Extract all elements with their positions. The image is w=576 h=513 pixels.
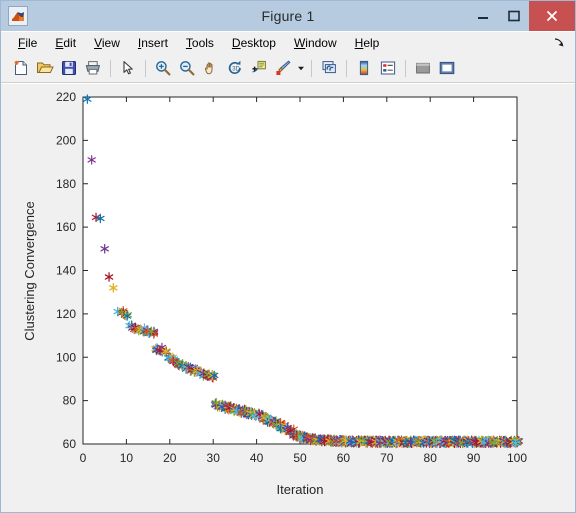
title-bar: Figure 1 [1, 1, 575, 31]
close-button[interactable] [529, 1, 575, 31]
x-tick-label: 0 [80, 451, 87, 465]
y-tick-label: 160 [56, 220, 76, 234]
y-tick-label: 200 [56, 133, 76, 147]
link-plot-icon[interactable] [317, 56, 341, 80]
x-tick-label: 40 [250, 451, 264, 465]
figure-canvas: 60 80 100 120 140 160 180 200 220 0 10 20 30 40 50 60 7… [1, 83, 575, 512]
legend-icon[interactable] [376, 56, 400, 80]
y-tick-label: 220 [56, 90, 76, 104]
menu-item-window[interactable]: Window [285, 34, 346, 52]
menu-label-desktop-rest: esktop [240, 36, 276, 50]
x-tick-label: 60 [337, 451, 351, 465]
y-tick-label: 100 [56, 350, 76, 364]
toolbar-separator [311, 59, 312, 77]
menu-label-tools-rest: ools [191, 36, 214, 50]
axes-box [82, 96, 518, 445]
y-axis-label: Clustering Convergence [22, 201, 37, 340]
menu-item-edit[interactable]: Edit [46, 34, 85, 52]
menu-bar: File Edit View Insert Tools Desktop Wind… [1, 31, 575, 54]
x-axis-label: Iteration [277, 482, 324, 497]
toolbar-separator [346, 59, 347, 77]
hide-plot-tools-icon[interactable] [411, 56, 435, 80]
x-tick-label: 90 [467, 451, 481, 465]
menu-item-file[interactable]: File [9, 34, 46, 52]
x-tick-label: 20 [163, 451, 177, 465]
toolbar: 3D [1, 54, 575, 83]
y-tick-label: 80 [63, 394, 77, 408]
minimize-button[interactable] [467, 1, 498, 31]
pointer-select-icon[interactable] [116, 56, 140, 80]
figure-window: Figure 1 File Edit View Insert Tools Des… [0, 0, 576, 513]
window-buttons [467, 1, 575, 31]
menu-label-help-rest: elp [363, 36, 380, 50]
x-tick-label: 100 [507, 451, 527, 465]
data-cursor-icon[interactable] [247, 56, 271, 80]
new-figure-icon[interactable] [9, 56, 33, 80]
y-tick-label: 180 [56, 177, 76, 191]
menu-label-file-rest: ile [25, 36, 38, 50]
menu-label-insert-rest: nsert [141, 36, 168, 50]
menu-label-view-rest: iew [101, 36, 120, 50]
menu-label-window-rest: indow [305, 36, 337, 50]
convergence-scatter-plot[interactable]: 60 80 100 120 140 160 180 200 220 0 10 20 30 40 50 60 7… [1, 84, 575, 512]
x-tick-label: 10 [120, 451, 134, 465]
matlab-membrane-icon [8, 6, 28, 26]
menu-item-insert[interactable]: Insert [129, 34, 177, 52]
save-figure-icon[interactable] [57, 56, 81, 80]
menu-label-edit-rest: dit [63, 36, 77, 50]
toolbar-separator [110, 59, 111, 77]
rotate-3d-icon[interactable]: 3D [223, 56, 247, 80]
y-tick-label: 120 [56, 307, 76, 321]
toolbar-separator [405, 59, 406, 77]
menu-item-view[interactable]: View [85, 34, 129, 52]
show-plot-tools-icon[interactable] [435, 56, 459, 80]
menu-item-tools[interactable]: Tools [177, 34, 223, 52]
menu-item-help[interactable]: Help [346, 34, 389, 52]
brush-data-icon[interactable] [271, 56, 295, 80]
x-tick-label: 50 [293, 451, 307, 465]
zoom-out-icon[interactable] [175, 56, 199, 80]
undock-arrow-icon[interactable] [553, 36, 565, 54]
x-tick-label: 30 [207, 451, 221, 465]
x-tick-label: 80 [424, 451, 438, 465]
menu-item-desktop[interactable]: Desktop [223, 34, 285, 52]
svg-text:3D: 3D [232, 67, 240, 73]
zoom-in-icon[interactable] [151, 56, 175, 80]
y-tick-label: 140 [56, 264, 76, 278]
colorbar-icon[interactable] [352, 56, 376, 80]
y-tick-label: 60 [63, 437, 77, 451]
pan-hand-icon[interactable] [199, 56, 223, 80]
maximize-button[interactable] [498, 1, 529, 31]
brush-dropdown-caret-icon[interactable] [295, 56, 306, 80]
open-file-icon[interactable] [33, 56, 57, 80]
x-tick-label: 70 [380, 451, 394, 465]
print-figure-icon[interactable] [81, 56, 105, 80]
toolbar-separator [145, 59, 146, 77]
